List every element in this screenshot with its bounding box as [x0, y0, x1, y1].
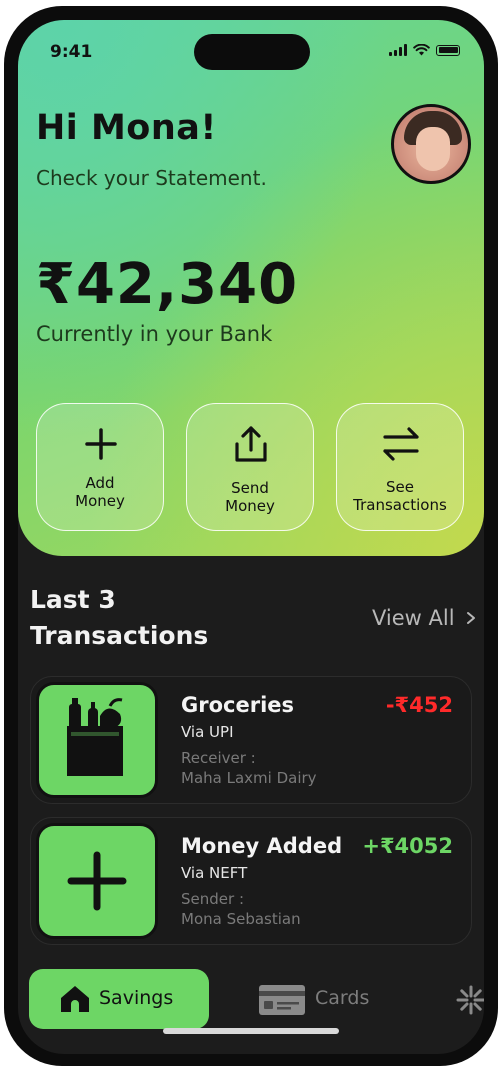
cellular-signal-icon [389, 44, 407, 56]
chevron-right-icon [467, 612, 476, 624]
see-transactions-label-1: See [386, 478, 414, 496]
transaction-title: Money Added [181, 834, 343, 858]
view-all-link[interactable]: View All [372, 606, 477, 630]
plus-icon [85, 428, 117, 460]
transaction-amount: -₹452 [385, 693, 453, 717]
transactions-section-title: Last 3 Transactions [30, 582, 280, 654]
view-all-label: View All [372, 606, 455, 630]
transaction-role: Receiver : [181, 749, 256, 767]
screen: 9:41 Hi Mona! Check your Statement. ₹42,… [18, 20, 484, 1054]
transaction-icon-tile [36, 682, 158, 798]
swap-arrows-icon [383, 427, 419, 461]
send-money-label-1: Send [231, 479, 269, 497]
status-icons [389, 44, 460, 56]
add-money-label-1: Add [85, 474, 115, 492]
avatar-face [416, 127, 450, 171]
quick-actions: Add Money Send Money See Transactions [36, 403, 466, 533]
transaction-amount: +₹4052 [362, 834, 453, 858]
status-time: 9:41 [50, 42, 93, 62]
bottom-nav: Savings Cards [18, 966, 484, 1030]
phone: 9:41 Hi Mona! Check your Statement. ₹42,… [0, 0, 503, 1072]
section-title-line-1: Last 3 [30, 585, 116, 614]
credit-card-icon [259, 985, 305, 1015]
send-money-button[interactable]: Send Money [186, 403, 314, 531]
balance-amount: ₹42,340 [36, 252, 299, 317]
avatar[interactable] [391, 104, 471, 184]
transaction-card[interactable]: Money Added Via NEFT Sender : Mona Sebas… [30, 817, 472, 945]
send-money-label-2: Money [225, 497, 275, 515]
transaction-party: Maha Laxmi Dairy [181, 769, 317, 787]
battery-icon [436, 44, 460, 56]
sparkle-icon[interactable] [456, 985, 484, 1015]
see-transactions-button[interactable]: See Transactions [336, 403, 464, 531]
share-upload-icon [235, 426, 267, 462]
balance-caption: Currently in your Bank [36, 322, 273, 346]
transaction-icon-tile [36, 823, 158, 939]
add-money-button[interactable]: Add Money [36, 403, 164, 531]
plus-icon [67, 851, 127, 911]
grocery-bag-icon [67, 698, 123, 776]
see-transactions-label-2: Transactions [353, 496, 447, 514]
transaction-method: Via NEFT [181, 864, 248, 882]
transaction-role: Sender : [181, 890, 244, 908]
home-icon [61, 986, 89, 1012]
transaction-method: Via UPI [181, 723, 234, 741]
dynamic-island [194, 34, 310, 70]
transaction-party: Mona Sebastian [181, 910, 301, 928]
nav-savings-label: Savings [99, 987, 174, 1009]
nav-cards-label: Cards [315, 987, 370, 1009]
transaction-card[interactable]: Groceries Via UPI Receiver : Maha Laxmi … [30, 676, 472, 804]
section-title-line-2: Transactions [30, 621, 209, 650]
wifi-icon [413, 44, 430, 56]
greeting-subtitle: Check your Statement. [36, 166, 267, 190]
balance-hero: 9:41 Hi Mona! Check your Statement. ₹42,… [18, 20, 484, 556]
nav-item-savings[interactable]: Savings [29, 969, 209, 1029]
add-money-label-2: Money [75, 492, 125, 510]
home-indicator[interactable] [163, 1028, 339, 1034]
greeting-title: Hi Mona! [36, 108, 217, 148]
transaction-title: Groceries [181, 693, 295, 717]
